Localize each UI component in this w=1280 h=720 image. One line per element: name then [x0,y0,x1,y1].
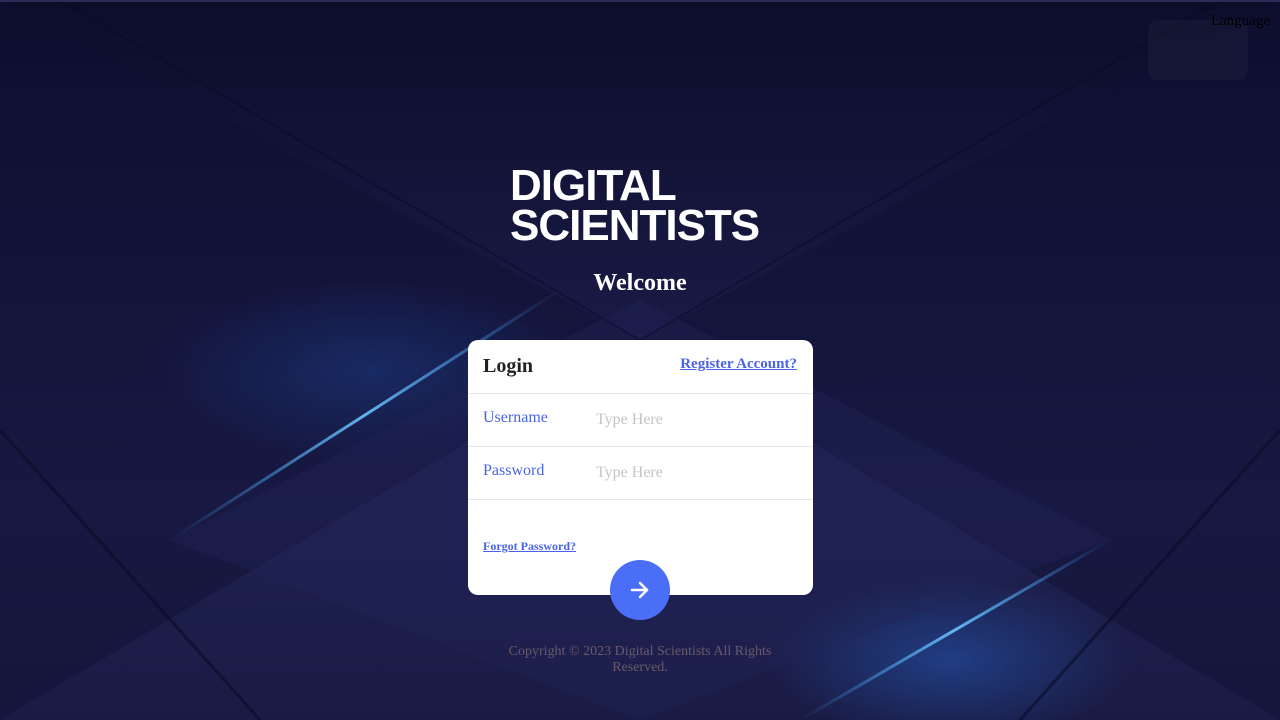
password-label: Password [483,462,545,479]
brand-logo-line1: DIGITAL [510,161,677,210]
username-input[interactable] [594,406,798,434]
register-account-link[interactable]: Register Account? [680,356,797,373]
username-row: Username [468,394,813,447]
brand-logo-line2: SCIENTISTS [510,201,760,250]
login-card: Login Register Account? Username Passwor… [468,340,813,595]
brand-logo: DIGITAL SCIENTISTS [510,161,772,250]
welcome-heading: Welcome [593,270,687,296]
password-input[interactable] [594,459,798,487]
username-label: Username [483,409,548,426]
forgot-password-link[interactable]: Forgot Password? [483,539,576,554]
login-card-header: Login Register Account? [468,340,813,394]
login-submit-button[interactable] [610,560,670,620]
password-row: Password [468,447,813,500]
top-border [0,0,1280,2]
login-title: Login [483,355,534,377]
copyright-text: Copyright © 2023 Digital Scientists All … [508,644,772,675]
language-selector[interactable]: Language [1211,13,1270,30]
arrow-right-icon [630,581,649,599]
